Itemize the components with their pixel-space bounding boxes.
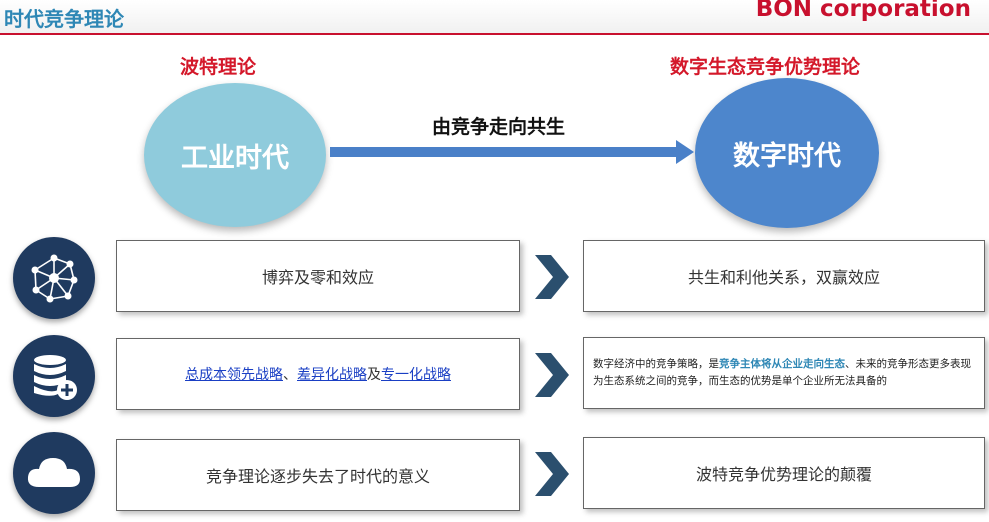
differentiation-link[interactable]: 差异化战略 (297, 367, 367, 383)
row1-icon-badge (13, 237, 95, 319)
database-add-icon (34, 355, 77, 400)
row1-digital-text: 共生和利他关系，双赢效应 (687, 268, 880, 287)
left-theory-label: 波特理论 (180, 56, 257, 78)
cloud-icon (27, 458, 80, 487)
row2-digital-highlight: 竞争主体将从企业走向生态 (719, 358, 845, 370)
row3-industrial-text: 竞争理论逐步失去了时代的意义 (205, 467, 430, 486)
brand-logo: BON corporation (755, 0, 971, 22)
row2-digital-pre: 数字经济中的竞争策略，是 (593, 358, 719, 370)
row2-chevron-right-icon (535, 353, 569, 397)
row3-digital-text: 波特竞争优势理论的颠覆 (695, 465, 872, 484)
row3-digital-box: 波特竞争优势理论的颠覆 (583, 437, 985, 509)
row2-industrial-text: 总成本领先战略、差异化战略及专一化战略 (185, 364, 451, 384)
industrial-era-label: 工业时代 (181, 142, 289, 174)
page-title: 时代竞争理论 (4, 7, 124, 31)
row2-digital-text: 数字经济中的竞争策略，是竞争主体将从企业走向生态、未来的竞争形态更多表现为生态系… (593, 356, 975, 390)
digital-era-circle: 数字时代 (695, 78, 879, 228)
separator-2: 及 (367, 367, 381, 383)
right-theory-label: 数字生态竞争优势理论 (670, 56, 861, 78)
digital-era-label: 数字时代 (733, 140, 841, 172)
industrial-era-circle: 工业时代 (144, 83, 326, 227)
row2-industrial-box: 总成本领先战略、差异化战略及专一化战略 (116, 338, 520, 410)
cost-leadership-link[interactable]: 总成本领先战略 (185, 367, 283, 383)
separator-1: 、 (283, 367, 297, 383)
row3-icon-badge (13, 432, 95, 514)
transition-arrow-icon (330, 140, 694, 164)
row2-icon-badge (13, 335, 95, 417)
transition-caption: 由竞争走向共生 (432, 116, 566, 138)
row1-industrial-box: 博弈及零和效应 (116, 240, 520, 312)
focus-strategy-link[interactable]: 专一化战略 (381, 367, 451, 383)
row1-industrial-text: 博弈及零和效应 (261, 268, 374, 287)
network-nodes-icon (31, 254, 78, 303)
header-divider (0, 33, 989, 35)
row3-industrial-box: 竞争理论逐步失去了时代的意义 (116, 439, 520, 511)
row1-chevron-right-icon (535, 255, 569, 299)
row1-digital-box: 共生和利他关系，双赢效应 (583, 240, 985, 312)
row3-chevron-right-icon (535, 452, 569, 496)
row2-digital-box: 数字经济中的竞争策略，是竞争主体将从企业走向生态、未来的竞争形态更多表现为生态系… (583, 337, 985, 409)
